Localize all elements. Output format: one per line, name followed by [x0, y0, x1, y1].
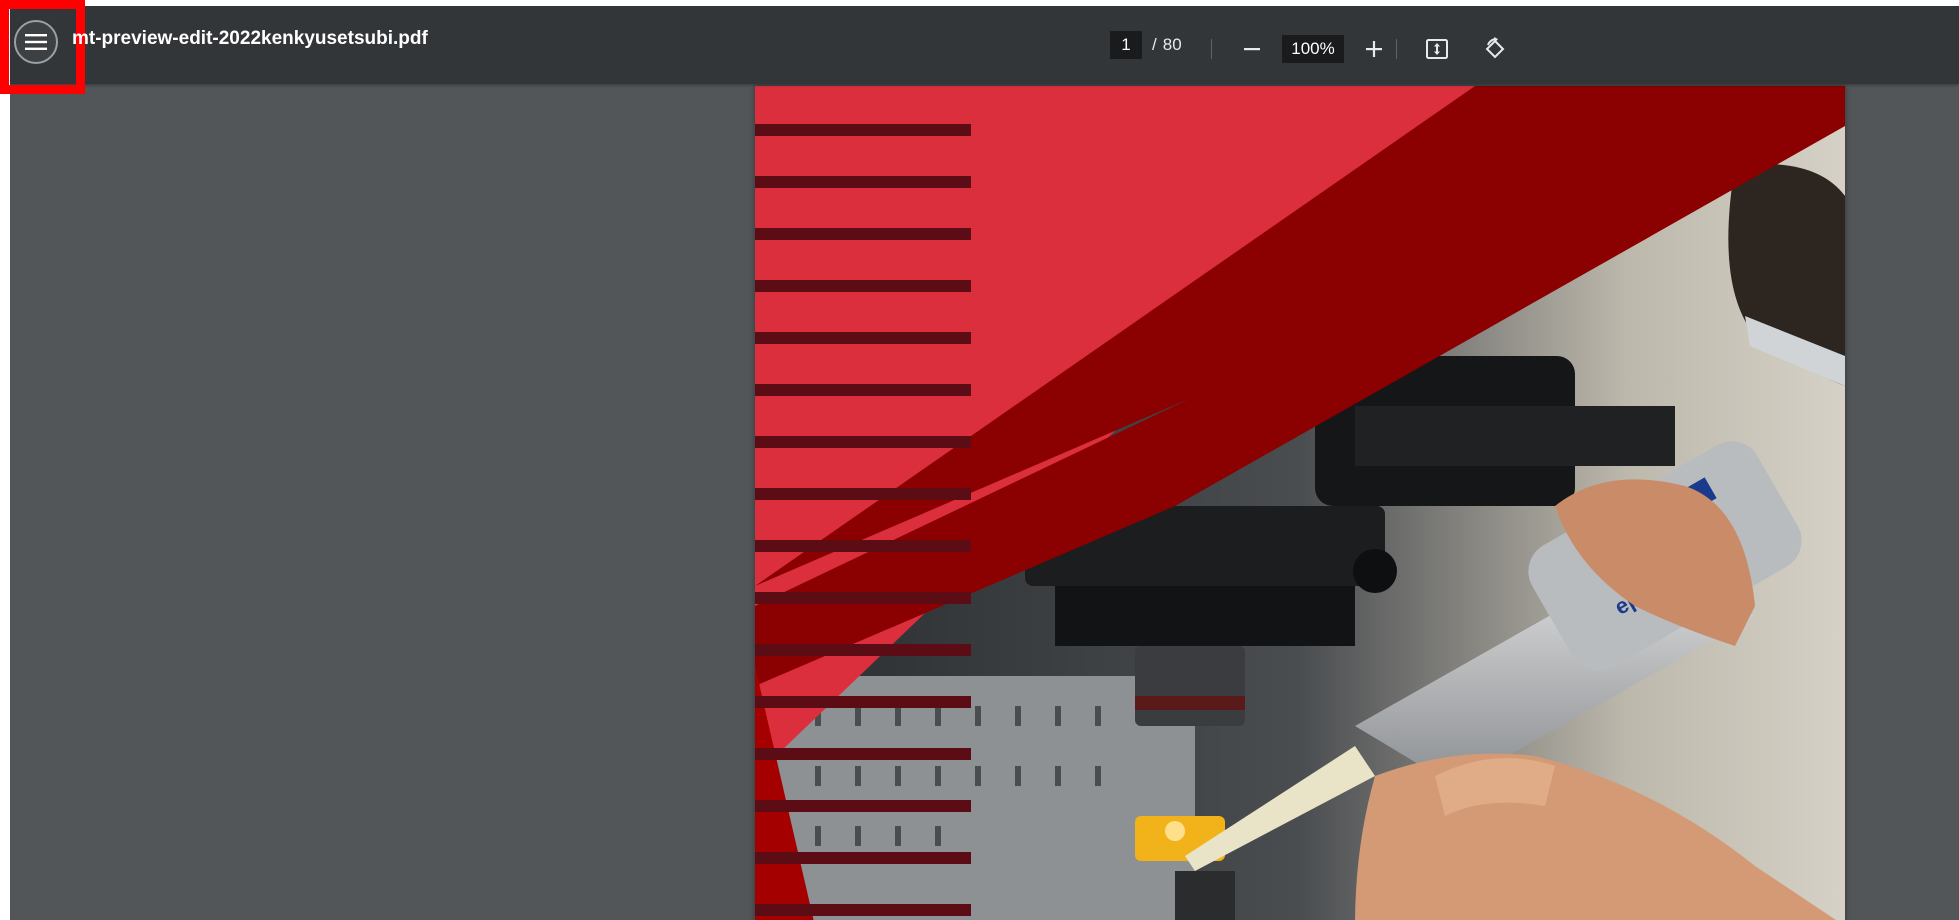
zoom-in-button[interactable]	[1356, 31, 1392, 67]
toolbar-divider	[1211, 39, 1212, 59]
fit-to-page-icon	[1426, 39, 1448, 59]
pdf-viewer: / 80	[10, 6, 1959, 920]
rotate-counterclockwise-icon	[1485, 37, 1505, 59]
page-number-input[interactable]	[1110, 31, 1142, 59]
zoom-level-input[interactable]	[1282, 35, 1344, 63]
rotate-button[interactable]	[1477, 31, 1513, 67]
total-pages: 80	[1162, 35, 1182, 54]
zoom-out-button[interactable]	[1234, 31, 1270, 67]
menu-icon	[25, 34, 47, 50]
page-separator: /	[1152, 35, 1157, 54]
plus-icon	[1366, 41, 1382, 57]
toolbar-divider	[1396, 39, 1397, 59]
menu-button[interactable]	[14, 20, 58, 64]
minus-icon	[1244, 48, 1260, 51]
fit-to-page-button[interactable]	[1419, 31, 1455, 67]
document-title: mt-preview-edit-2022kenkyusetsubi.pdf	[72, 28, 428, 49]
pdf-page-1: epper	[755, 86, 1845, 920]
page-navigation: / 80	[1110, 27, 1182, 63]
cover-artwork: epper	[755, 86, 1845, 920]
